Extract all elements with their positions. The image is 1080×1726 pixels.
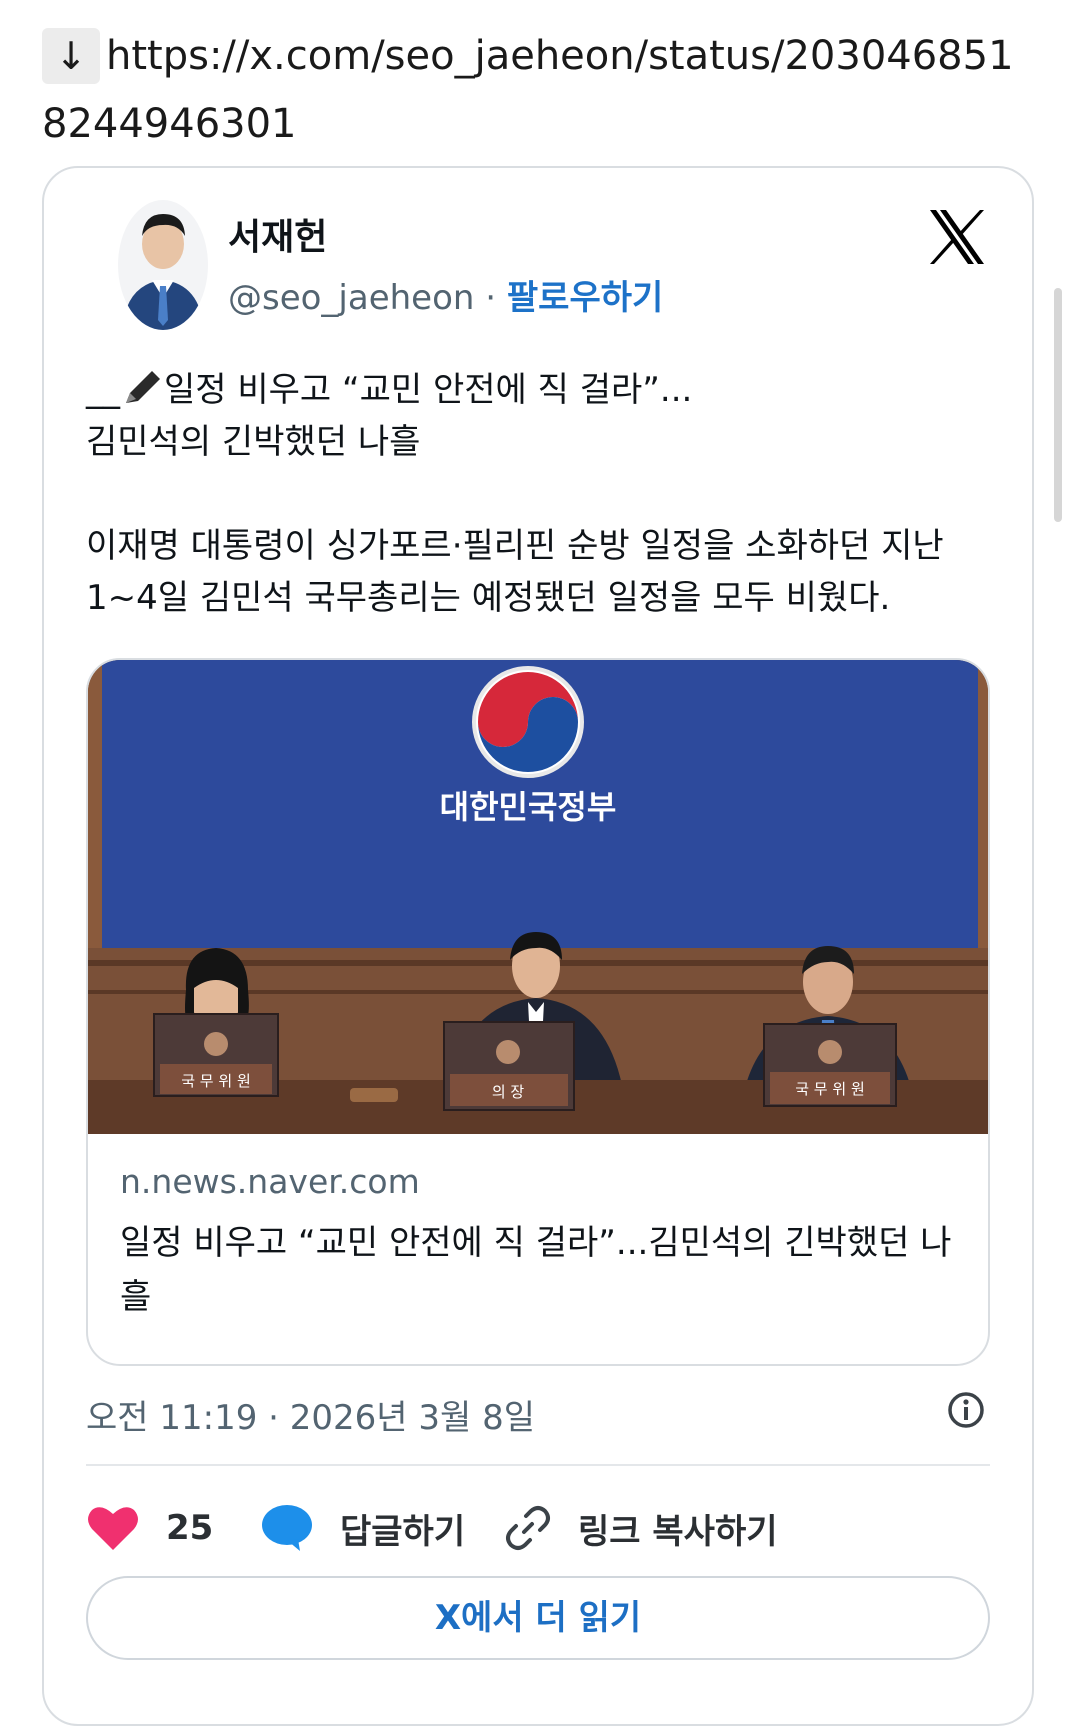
tweet-text: __ 일정 비우고 “교민 안전에 직 걸라”... 김민석의 긴박했던 나흘 이… xyxy=(86,364,966,624)
link-preview-card[interactable]: 대한민국정부 국 무 위 원 의 장 국 무 위 원 n.news.naver.… xyxy=(86,658,990,1366)
government-sign-text: 대한민국정부 xyxy=(440,788,617,826)
x-logo-icon[interactable] xyxy=(926,206,988,268)
separator-dot: · xyxy=(485,278,497,318)
source-url[interactable]: https://x.com/seo_jaeheon/status/2030468… xyxy=(42,33,1014,147)
follow-button[interactable]: 팔로우하기 xyxy=(507,278,663,318)
scrollbar[interactable] xyxy=(1054,288,1062,522)
like-count: 25 xyxy=(166,1508,214,1548)
text-prefix: __ xyxy=(86,370,120,410)
like-button[interactable]: 25 xyxy=(86,1498,213,1558)
tweet-embed-card: 서재헌 @seo_jaeheon · 팔로우하기 __ 일정 비우고 “교민 안전… xyxy=(42,166,1034,1726)
read-more-on-x-button[interactable]: X에서 더 읽기 xyxy=(86,1576,990,1660)
author-name[interactable]: 서재헌 xyxy=(228,208,327,260)
avatar[interactable] xyxy=(118,200,208,330)
placard-center-text: 의 장 xyxy=(492,1083,525,1101)
author-handle-row: @seo_jaeheon · 팔로우하기 xyxy=(228,270,663,319)
source-url-line[interactable]: ↓ https://x.com/seo_jaeheon/status/203046… xyxy=(42,22,1032,158)
link-title: 일정 비우고 “교민 안전에 직 걸라”...김민석의 긴박했던 나흘 xyxy=(120,1223,952,1317)
placard-right-text: 국 무 위 원 xyxy=(795,1080,865,1098)
reply-bubble-icon xyxy=(262,1505,312,1551)
down-arrow-icon: ↓ xyxy=(42,28,100,84)
author-handle[interactable]: @seo_jaeheon xyxy=(228,278,474,318)
divider xyxy=(86,1464,990,1466)
info-icon[interactable] xyxy=(946,1390,986,1430)
headline-line1: 일정 비우고 “교민 안전에 직 걸라”... xyxy=(164,370,693,410)
headline-line2: 김민석의 긴박했던 나흘 xyxy=(86,422,421,462)
link-domain: n.news.naver.com xyxy=(120,1162,420,1201)
pen-icon xyxy=(120,370,164,410)
tweet-body: 이재명 대통령이 싱가포르·필리핀 순방 일정을 소화하던 지난 1~4일 김민… xyxy=(86,526,944,618)
article-photo: 대한민국정부 국 무 위 원 의 장 국 무 위 원 xyxy=(88,660,988,1134)
heart-icon xyxy=(88,1507,138,1550)
copy-link-button[interactable]: 링크 복사하기 xyxy=(504,1498,778,1558)
placard-left-text: 국 무 위 원 xyxy=(181,1072,251,1090)
reply-label: 답글하기 xyxy=(340,1511,466,1552)
tweet-timestamp[interactable]: 오전 11:19 · 2026년 3월 8일 xyxy=(86,1390,535,1439)
reply-button[interactable]: 답글하기 xyxy=(260,1498,465,1558)
link-icon xyxy=(506,1506,550,1550)
copy-link-label: 링크 복사하기 xyxy=(578,1511,778,1552)
